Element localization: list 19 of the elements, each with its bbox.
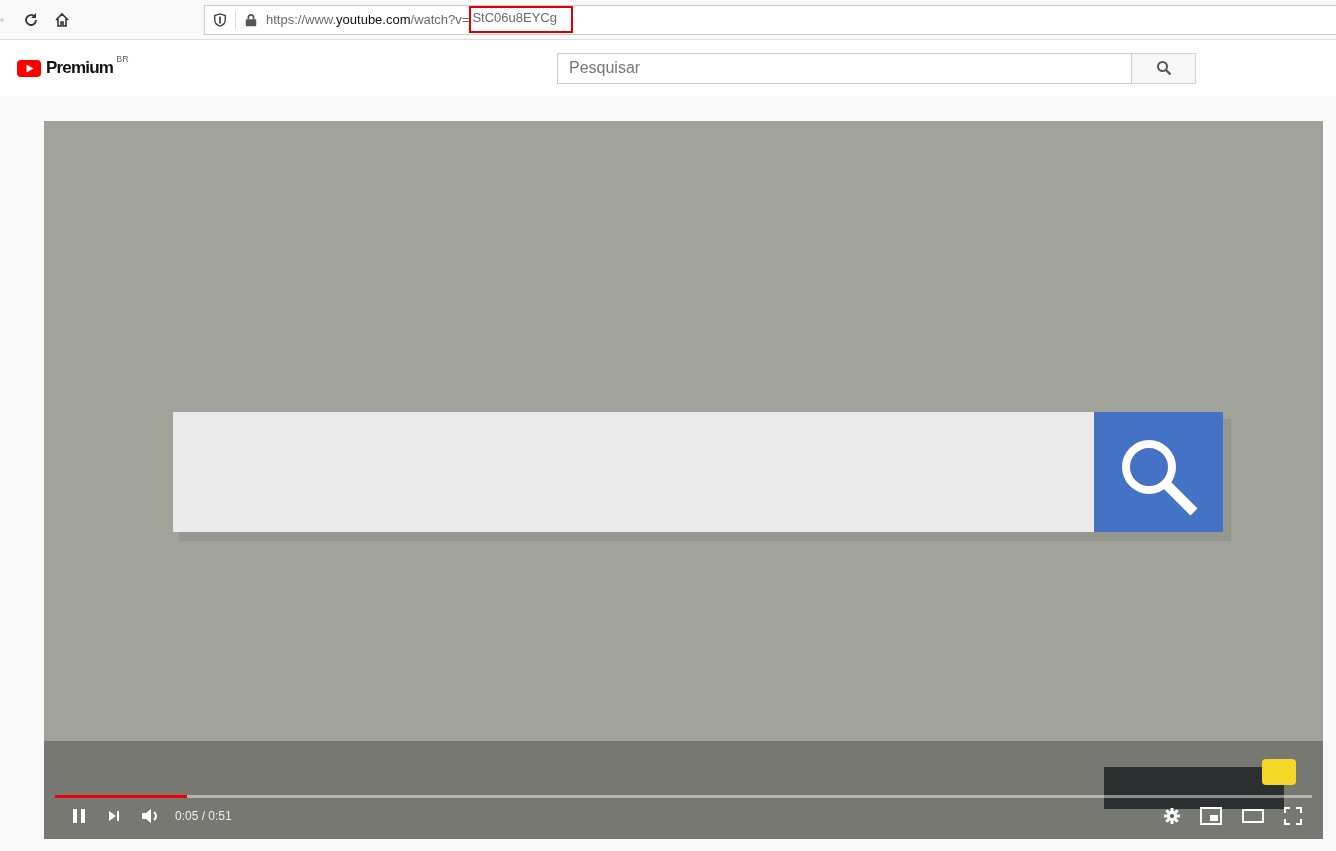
fullscreen-icon[interactable] (1284, 807, 1302, 825)
settings-icon[interactable] (1164, 808, 1180, 824)
miniplayer-icon[interactable] (1200, 807, 1222, 825)
next-icon[interactable] (107, 809, 121, 823)
search-icon[interactable] (1155, 60, 1172, 76)
logo-text[interactable]: Premium (46, 58, 114, 78)
theater-mode-icon[interactable] (1242, 809, 1264, 823)
search-button[interactable] (1132, 52, 1196, 84)
lock-icon (244, 12, 258, 27)
search-field[interactable]: Pesquisar (557, 52, 1132, 84)
address-bar[interactable]: https://www.youtube.com/watch?v= StC06u8EYCg (204, 4, 1336, 35)
time-label: 0:05 / 0:51 (175, 809, 232, 823)
url-text: https://www.youtube.com/watch?v= StC06u8EYCg (266, 6, 573, 33)
pause-icon[interactable] (71, 808, 87, 824)
region-label: BR (116, 54, 129, 64)
home-icon[interactable] (54, 11, 70, 28)
shield-icon[interactable] (213, 12, 227, 27)
reload-icon[interactable] (23, 11, 39, 28)
play-logo-icon[interactable] (17, 59, 41, 77)
